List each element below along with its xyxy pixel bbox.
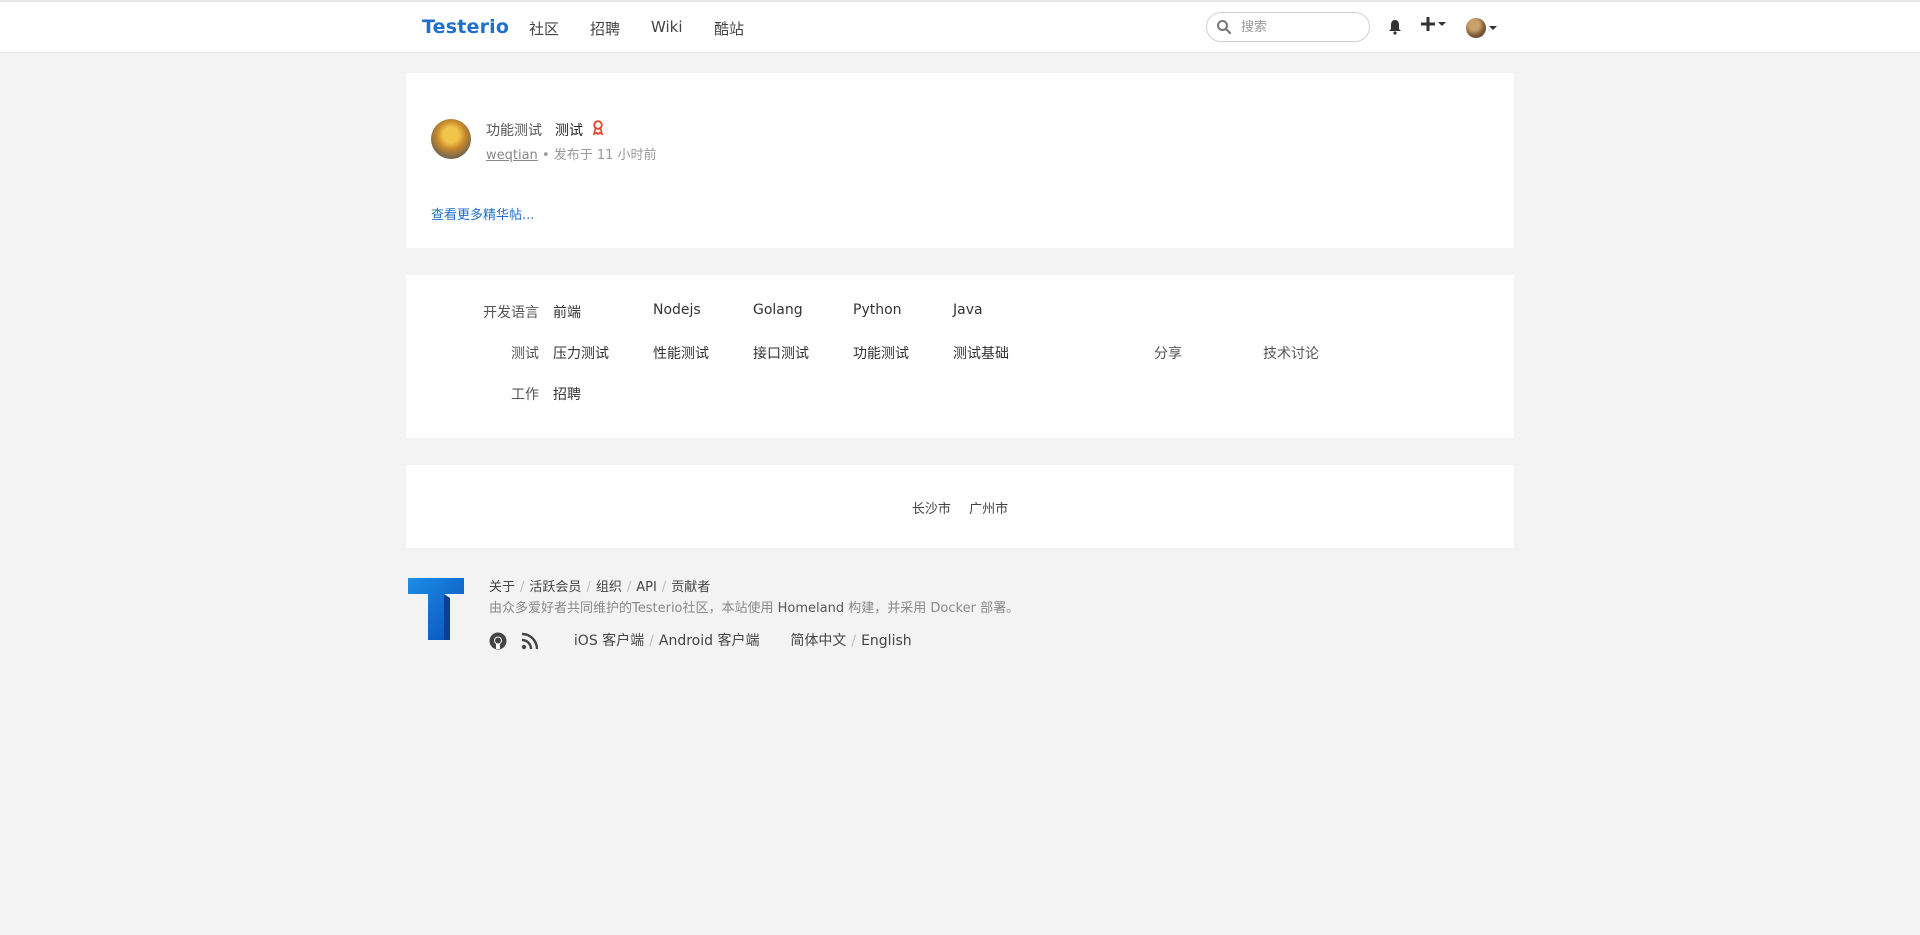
node-item[interactable]: 招聘 [553, 384, 581, 404]
footer-link-contributors[interactable]: 贡献者 [671, 580, 710, 595]
node-item[interactable]: 分享 [1154, 343, 1182, 363]
lang-en-link[interactable]: English [861, 633, 912, 649]
node-item[interactable]: 技术讨论 [1263, 343, 1319, 363]
search-input[interactable] [1241, 17, 1361, 37]
excellent-topics-panel: 功能测试 测试 weqtian • 发布于 11 小时前 查看更多精华帖... [406, 73, 1514, 248]
node-item[interactable]: 压力测试 [553, 343, 609, 363]
user-menu[interactable] [1466, 18, 1497, 38]
footer-links: 关于 / 活跃会员 / 组织 / API / 贡献者 [489, 580, 711, 595]
topic-node[interactable]: 功能测试 [486, 120, 542, 140]
node-item[interactable]: 测试基础 [953, 343, 1009, 363]
cities-panel: 长沙市 广州市 [406, 465, 1514, 548]
nav-community[interactable]: 社区 [529, 18, 559, 39]
city-link[interactable]: 广州市 [962, 502, 1015, 517]
topic-author-link[interactable]: weqtian [486, 148, 538, 163]
city-link[interactable]: 长沙市 [905, 502, 958, 517]
brand-logo[interactable]: Testerio [422, 16, 509, 38]
homeland-link[interactable]: Homeland [778, 601, 844, 616]
more-excellent-link[interactable]: 查看更多精华帖... [431, 204, 534, 223]
node-item[interactable]: 接口测试 [753, 343, 809, 363]
node-item[interactable]: Java [953, 302, 983, 318]
nav-jobs[interactable]: 招聘 [590, 18, 620, 39]
android-client-link[interactable]: Android 客户端 [659, 633, 760, 649]
node-item[interactable]: 功能测试 [853, 343, 909, 363]
node-group-label: 测试 [511, 346, 539, 362]
topic-title[interactable]: 测试 [555, 120, 583, 140]
award-icon [592, 120, 604, 135]
footer-link-orgs[interactable]: 组织 [596, 580, 622, 595]
node-group-dev-lang: 开发语言 前端 Nodejs Golang Python Java [406, 302, 1514, 326]
topic-meta: weqtian • 发布于 11 小时前 [486, 144, 657, 163]
footer-description: 由众多爱好者共同维护的Testerio社区，本站使用 Homeland 构建，并… [489, 601, 1020, 616]
new-menu[interactable] [1421, 16, 1446, 32]
nodes-panel: 开发语言 前端 Nodejs Golang Python Java 测试 压力测… [406, 275, 1514, 438]
node-item[interactable]: Nodejs [653, 302, 701, 318]
chevron-down-icon [1438, 22, 1446, 26]
topic-author-avatar[interactable] [431, 119, 471, 159]
rss-icon[interactable] [521, 632, 539, 650]
footer-link-api[interactable]: API [636, 580, 657, 595]
topic-time: • 发布于 11 小时前 [541, 148, 657, 163]
footer: 关于 / 活跃会员 / 组织 / API / 贡献者 由众多爱好者共同维护的Testerio社区… [406, 574, 1514, 674]
site-logo [408, 578, 464, 640]
node-group-testing: 测试 压力测试 性能测试 接口测试 功能测试 测试基础 分享 技术讨论 [406, 343, 1514, 367]
nav-sites[interactable]: 酷站 [714, 18, 744, 39]
node-item[interactable]: Golang [753, 302, 803, 318]
ios-client-link[interactable]: iOS 客户端 [574, 633, 644, 649]
plus-icon [1421, 17, 1435, 31]
node-group-label: 工作 [511, 387, 539, 403]
avatar [1466, 18, 1486, 38]
search-box[interactable] [1206, 12, 1370, 42]
github-icon[interactable] [489, 632, 507, 650]
footer-link-members[interactable]: 活跃会员 [529, 580, 581, 595]
lang-zh-link[interactable]: 简体中文 [790, 633, 846, 649]
node-group-work: 工作 招聘 [406, 384, 1514, 408]
docker-link[interactable]: Docker [930, 601, 976, 616]
bell-icon[interactable] [1388, 19, 1402, 35]
nav-wiki[interactable]: Wiki [651, 18, 683, 36]
node-group-label: 开发语言 [483, 305, 539, 321]
search-icon [1217, 20, 1232, 35]
navbar: Testerio 社区 招聘 Wiki 酷站 [0, 2, 1920, 53]
node-item[interactable]: Python [853, 302, 902, 318]
chevron-down-icon [1489, 26, 1497, 30]
footer-link-about[interactable]: 关于 [489, 580, 515, 595]
footer-bottom: iOS 客户端 / Android 客户端 简体中文 / English [489, 630, 912, 650]
node-item[interactable]: 前端 [553, 302, 581, 322]
node-item[interactable]: 性能测试 [653, 343, 709, 363]
